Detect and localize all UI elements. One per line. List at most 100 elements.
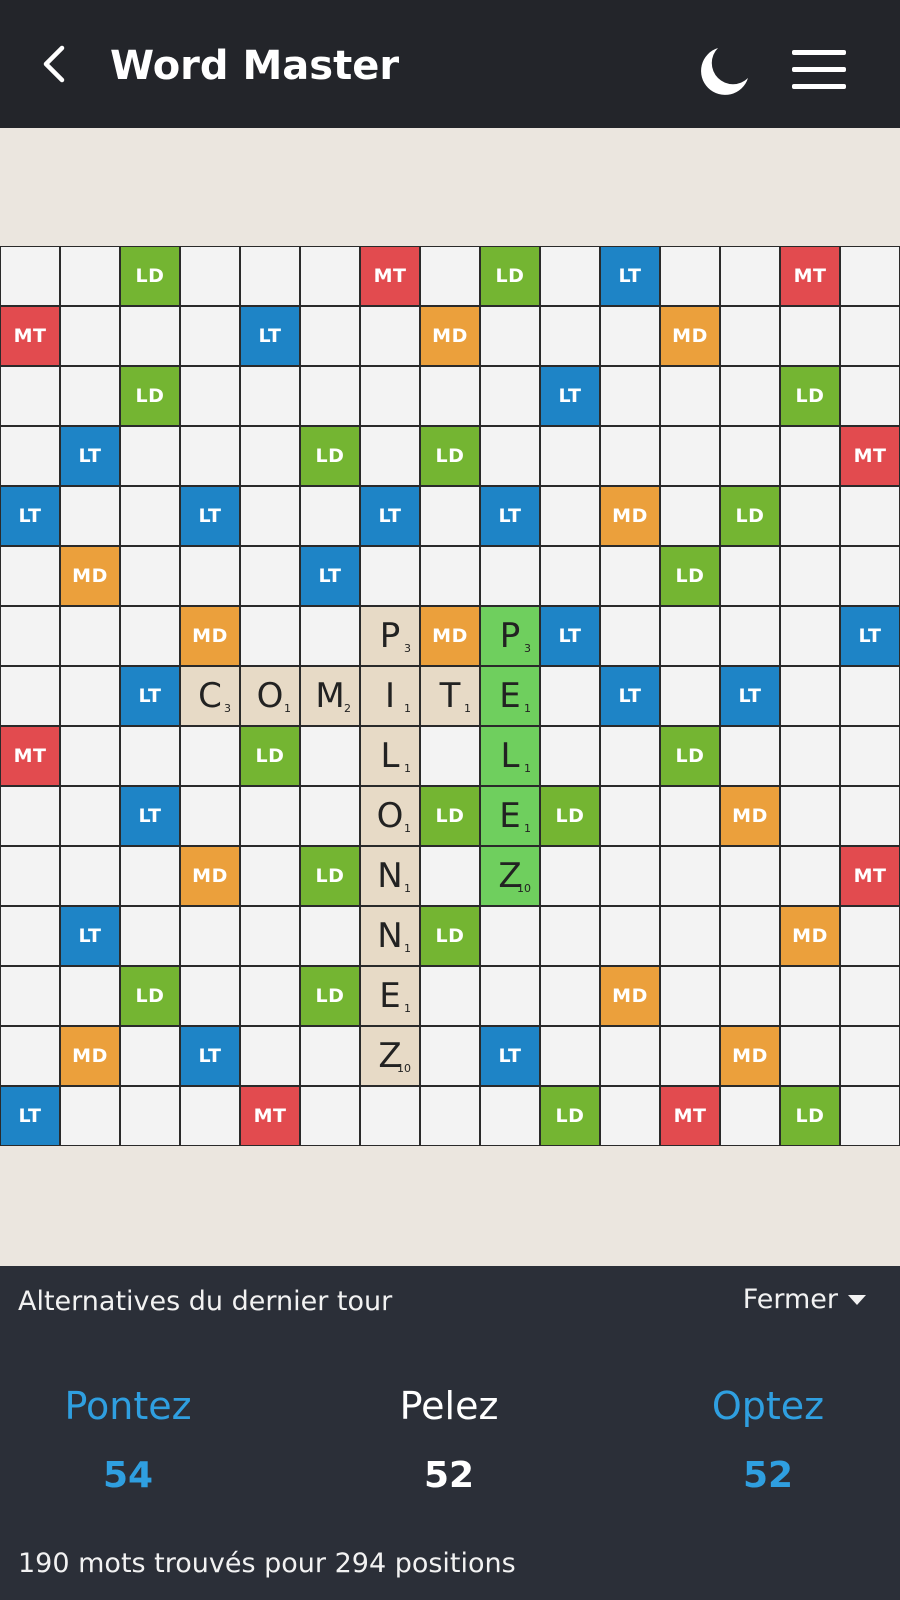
bonus-cell-ld[interactable]: LD <box>300 966 360 1026</box>
board-cell[interactable] <box>780 846 840 906</box>
board-cell[interactable] <box>840 726 900 786</box>
board-cell[interactable] <box>0 606 60 666</box>
board-cell[interactable] <box>0 966 60 1026</box>
board-cell[interactable] <box>660 1026 720 1086</box>
bonus-cell-md[interactable]: MD <box>420 606 480 666</box>
board-cell[interactable] <box>0 546 60 606</box>
board-cell[interactable] <box>60 606 120 666</box>
board-cell[interactable] <box>780 426 840 486</box>
board-cell[interactable] <box>180 246 240 306</box>
bonus-cell-lt[interactable]: LT <box>600 666 660 726</box>
board-cell[interactable] <box>240 246 300 306</box>
board-cell[interactable] <box>600 726 660 786</box>
bonus-cell-lt[interactable]: LT <box>120 786 180 846</box>
letter-tile[interactable]: O1 <box>240 666 300 726</box>
board-cell[interactable] <box>420 1026 480 1086</box>
board-cell[interactable] <box>60 486 120 546</box>
board-cell[interactable] <box>840 306 900 366</box>
board-cell[interactable] <box>540 546 600 606</box>
new-letter-tile[interactable]: E1 <box>480 786 540 846</box>
board-cell[interactable] <box>0 906 60 966</box>
board-cell[interactable] <box>540 726 600 786</box>
letter-tile[interactable]: T1 <box>420 666 480 726</box>
board-cell[interactable] <box>360 546 420 606</box>
board-cell[interactable] <box>300 1086 360 1146</box>
board-cell[interactable] <box>300 1026 360 1086</box>
board-cell[interactable] <box>840 966 900 1026</box>
board-cell[interactable] <box>780 486 840 546</box>
board-cell[interactable] <box>180 906 240 966</box>
board-cell[interactable] <box>780 726 840 786</box>
bonus-cell-lt[interactable]: LT <box>180 1026 240 1086</box>
board-cell[interactable] <box>720 906 780 966</box>
board-cell[interactable] <box>0 846 60 906</box>
board-cell[interactable] <box>0 1026 60 1086</box>
new-letter-tile[interactable]: E1 <box>480 666 540 726</box>
bonus-cell-md[interactable]: MD <box>180 846 240 906</box>
letter-tile[interactable]: L1 <box>360 726 420 786</box>
board-cell[interactable] <box>780 546 840 606</box>
board-cell[interactable] <box>420 966 480 1026</box>
bonus-cell-md[interactable]: MD <box>60 546 120 606</box>
board-cell[interactable] <box>540 966 600 1026</box>
board-cell[interactable] <box>420 726 480 786</box>
bonus-cell-md[interactable]: MD <box>180 606 240 666</box>
board-cell[interactable] <box>420 486 480 546</box>
bonus-cell-mt[interactable]: MT <box>0 726 60 786</box>
bonus-cell-lt[interactable]: LT <box>600 246 660 306</box>
board-cell[interactable] <box>300 366 360 426</box>
board-cell[interactable] <box>720 1086 780 1146</box>
bonus-cell-mt[interactable]: MT <box>240 1086 300 1146</box>
board-cell[interactable] <box>600 426 660 486</box>
board-cell[interactable] <box>120 486 180 546</box>
board-cell[interactable] <box>180 786 240 846</box>
letter-tile[interactable]: C3 <box>180 666 240 726</box>
bonus-cell-lt[interactable]: LT <box>180 486 240 546</box>
board-cell[interactable] <box>540 906 600 966</box>
board-cell[interactable] <box>180 306 240 366</box>
board-cell[interactable] <box>120 426 180 486</box>
bonus-cell-md[interactable]: MD <box>600 966 660 1026</box>
board-cell[interactable] <box>180 546 240 606</box>
board-cell[interactable] <box>480 966 540 1026</box>
board-cell[interactable] <box>300 486 360 546</box>
board-cell[interactable] <box>660 906 720 966</box>
bonus-cell-lt[interactable]: LT <box>720 666 780 726</box>
board-cell[interactable] <box>660 606 720 666</box>
bonus-cell-mt[interactable]: MT <box>0 306 60 366</box>
bonus-cell-lt[interactable]: LT <box>300 546 360 606</box>
bonus-cell-md[interactable]: MD <box>60 1026 120 1086</box>
letter-tile[interactable]: N1 <box>360 846 420 906</box>
letter-tile[interactable]: M2 <box>300 666 360 726</box>
bonus-cell-lt[interactable]: LT <box>540 366 600 426</box>
bonus-cell-lt[interactable]: LT <box>540 606 600 666</box>
board-cell[interactable] <box>540 246 600 306</box>
bonus-cell-ld[interactable]: LD <box>420 906 480 966</box>
new-letter-tile[interactable]: P3 <box>480 606 540 666</box>
letter-tile[interactable]: E1 <box>360 966 420 1026</box>
bonus-cell-ld[interactable]: LD <box>300 846 360 906</box>
board-cell[interactable] <box>0 426 60 486</box>
board-cell[interactable] <box>720 606 780 666</box>
letter-tile[interactable]: P3 <box>360 606 420 666</box>
board-cell[interactable] <box>60 966 120 1026</box>
board-cell[interactable] <box>660 426 720 486</box>
bonus-cell-lt[interactable]: LT <box>360 486 420 546</box>
night-mode-button[interactable] <box>696 42 752 98</box>
board-cell[interactable] <box>720 546 780 606</box>
letter-tile[interactable]: O1 <box>360 786 420 846</box>
letter-tile[interactable]: Z 10 <box>360 1026 420 1086</box>
board-cell[interactable] <box>660 846 720 906</box>
board-cell[interactable] <box>840 486 900 546</box>
board-cell[interactable] <box>780 606 840 666</box>
board-cell[interactable] <box>540 666 600 726</box>
bonus-cell-ld[interactable]: LD <box>120 246 180 306</box>
board-cell[interactable] <box>360 366 420 426</box>
board-cell[interactable] <box>660 786 720 846</box>
new-letter-tile[interactable]: L1 <box>480 726 540 786</box>
board-cell[interactable] <box>660 246 720 306</box>
board-cell[interactable] <box>420 846 480 906</box>
bonus-cell-lt[interactable]: LT <box>0 486 60 546</box>
board-cell[interactable] <box>240 1026 300 1086</box>
board-cell[interactable] <box>300 906 360 966</box>
